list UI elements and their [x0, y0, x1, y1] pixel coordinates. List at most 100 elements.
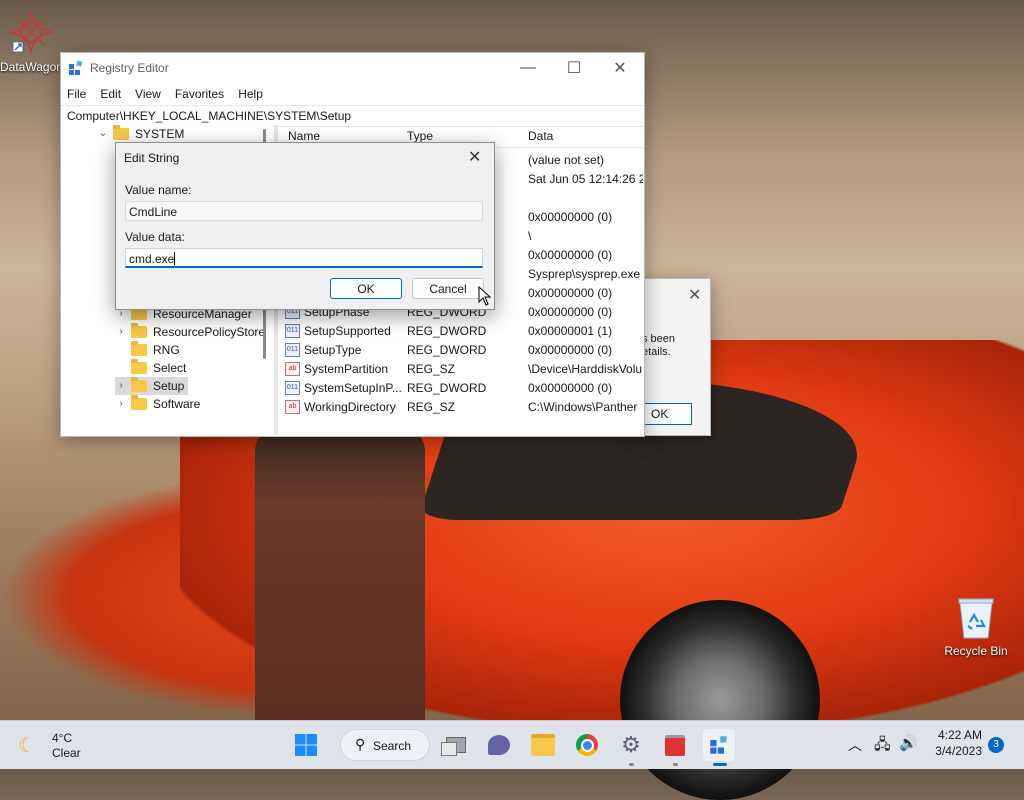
value-data: (value not set): [528, 153, 605, 167]
running-app-indicator: [673, 763, 678, 766]
edit-string-dialog: Edit String ✕ Value name: CmdLine Value …: [115, 142, 495, 310]
column-header-name[interactable]: Name: [288, 129, 320, 143]
dialog-message-line: etails.: [642, 346, 671, 358]
background-message-dialog: ✕ s been etails. OK: [642, 278, 711, 436]
menu-file[interactable]: File: [67, 87, 86, 101]
close-icon[interactable]: ✕: [688, 285, 701, 305]
chrome-icon[interactable]: [571, 729, 603, 761]
tree-item-rng[interactable]: RNG: [115, 341, 180, 359]
file-explorer-icon[interactable]: [527, 729, 559, 761]
minimize-button[interactable]: —: [505, 53, 551, 83]
weather-widget[interactable]: ☾ 4°C Clear: [18, 729, 108, 761]
value-data: C:\Windows\Panther: [528, 400, 638, 414]
menu-help[interactable]: Help: [238, 87, 263, 101]
tree-item-label: Software: [153, 397, 201, 411]
value-name: SystemSetupInP...: [304, 381, 402, 395]
task-view-icon[interactable]: [440, 729, 472, 761]
close-button[interactable]: ✕: [597, 53, 643, 83]
desktop-icon-recycle-bin[interactable]: Recycle Bin: [938, 596, 1014, 658]
window-title: Registry Editor: [90, 61, 169, 75]
chevron-up-icon[interactable]: ︿: [848, 735, 862, 755]
folder-icon: [131, 323, 147, 338]
chevron-down-icon[interactable]: ⌄: [97, 125, 109, 143]
value-data-input[interactable]: cmd.exe: [125, 248, 483, 268]
registry-editor-taskbar-icon[interactable]: [703, 729, 735, 766]
notification-badge[interactable]: 3: [988, 737, 1004, 753]
reg-dword-icon: 011: [285, 324, 300, 338]
table-row[interactable]: 011 SetupSupported REG_DWORD 0x00000001 …: [279, 322, 643, 341]
clock[interactable]: 4:22 AM 3/4/2023: [930, 728, 982, 758]
value-name: WorkingDirectory: [304, 400, 396, 414]
value-data: 0x00000000 (0): [528, 248, 613, 262]
table-row[interactable]: ab WorkingDirectory REG_SZ C:\Windows\Pa…: [279, 398, 643, 415]
value-name: SetupSupported: [304, 324, 391, 338]
folder-icon: [131, 377, 147, 392]
chevron-right-icon[interactable]: ›: [115, 377, 127, 395]
tree-item-select[interactable]: Select: [115, 359, 186, 377]
menu-view[interactable]: View: [135, 87, 161, 101]
chevron-right-icon[interactable]: ›: [115, 395, 127, 413]
registry-editor-icon: [69, 60, 83, 75]
value-data: Sat Jun 05 12:14:26 202: [528, 172, 643, 186]
close-icon[interactable]: ✕: [468, 147, 481, 167]
folder-icon: [131, 341, 147, 356]
address-bar[interactable]: Computer\HKEY_LOCAL_MACHINE\SYSTEM\Setup: [61, 105, 644, 127]
value-type: REG_DWORD: [407, 343, 487, 357]
ok-button[interactable]: OK: [642, 403, 692, 425]
search-box[interactable]: ⚲ Search: [340, 729, 430, 761]
column-header-type[interactable]: Type: [407, 129, 433, 143]
value-data: 0x00000000 (0): [528, 286, 613, 300]
maximize-button[interactable]: ☐: [551, 53, 597, 83]
value-type: REG_DWORD: [407, 381, 487, 395]
tree-item-software[interactable]: › Software: [115, 395, 200, 413]
menu-favorites[interactable]: Favorites: [175, 87, 224, 101]
teams-chat-icon[interactable]: [483, 729, 515, 761]
search-icon: ⚲: [355, 736, 366, 752]
weather-desc: Clear: [52, 746, 81, 760]
taskbar: ☾ 4°C Clear ⚲ Search ⚙ ︿ 🖧 🔊 4:22 AM 3/4…: [0, 720, 1024, 769]
start-button[interactable]: [290, 729, 322, 761]
column-header-data[interactable]: Data: [528, 129, 553, 143]
value-name: SetupType: [304, 343, 362, 357]
reg-dword-icon: 011: [285, 343, 300, 357]
ok-button[interactable]: OK: [330, 278, 402, 299]
tree-item-label: ResourcePolicyStore: [153, 325, 266, 339]
active-app-indicator: [713, 763, 727, 766]
value-data: 0x00000000 (0): [528, 381, 613, 395]
folder-icon: [113, 125, 129, 140]
menu-edit[interactable]: Edit: [100, 87, 121, 101]
tree-item-resourcepolicystore[interactable]: › ResourcePolicyStore: [115, 323, 265, 341]
table-row[interactable]: ab SystemPartition REG_SZ \Device\Harddi…: [279, 360, 643, 379]
dialog-message-line: s been: [642, 333, 676, 345]
tree-item-label: Select: [153, 361, 187, 375]
tree-item-setup[interactable]: › Setup: [115, 377, 189, 395]
value-name-field: CmdLine: [125, 201, 483, 221]
network-icon[interactable]: 🖧: [874, 734, 891, 759]
recycle-bin-icon: [958, 598, 994, 639]
desktop-icon-datawagon[interactable]: DataWagon: [0, 8, 63, 74]
clock-time: 4:22 AM: [937, 728, 982, 742]
clock-date: 3/4/2023: [935, 744, 982, 758]
desktop-icon-label: DataWagon: [0, 60, 63, 74]
value-data-text: cmd.exe: [129, 252, 175, 266]
tree-item-label: SYSTEM: [135, 127, 185, 141]
toolbox-app-icon[interactable]: [659, 729, 691, 761]
table-row[interactable]: 011 SetupType REG_DWORD 0x00000000 (0): [279, 341, 643, 360]
moon-icon: ☾: [18, 735, 36, 757]
reg-sz-icon: ab: [285, 362, 300, 376]
tree-item-system[interactable]: ⌄ SYSTEM: [97, 125, 184, 143]
value-data-label: Value data:: [125, 230, 185, 244]
value-name: SystemPartition: [304, 362, 389, 376]
value-type: REG_SZ: [407, 362, 456, 376]
table-row[interactable]: 011 SystemSetupInP... REG_DWORD 0x000000…: [279, 379, 643, 398]
desktop-icon-label: Recycle Bin: [944, 644, 1008, 658]
value-data: 0x00000000 (0): [528, 343, 613, 357]
volume-icon[interactable]: 🔊: [899, 734, 918, 752]
running-app-indicator: [629, 763, 634, 766]
chevron-right-icon[interactable]: ›: [115, 323, 127, 341]
value-data: 0x00000000 (0): [528, 305, 613, 319]
cancel-button[interactable]: Cancel: [412, 278, 484, 299]
tree-item-label: RNG: [153, 343, 180, 357]
tree-item-label: Setup: [153, 379, 185, 393]
settings-gear-icon[interactable]: ⚙: [615, 729, 647, 761]
